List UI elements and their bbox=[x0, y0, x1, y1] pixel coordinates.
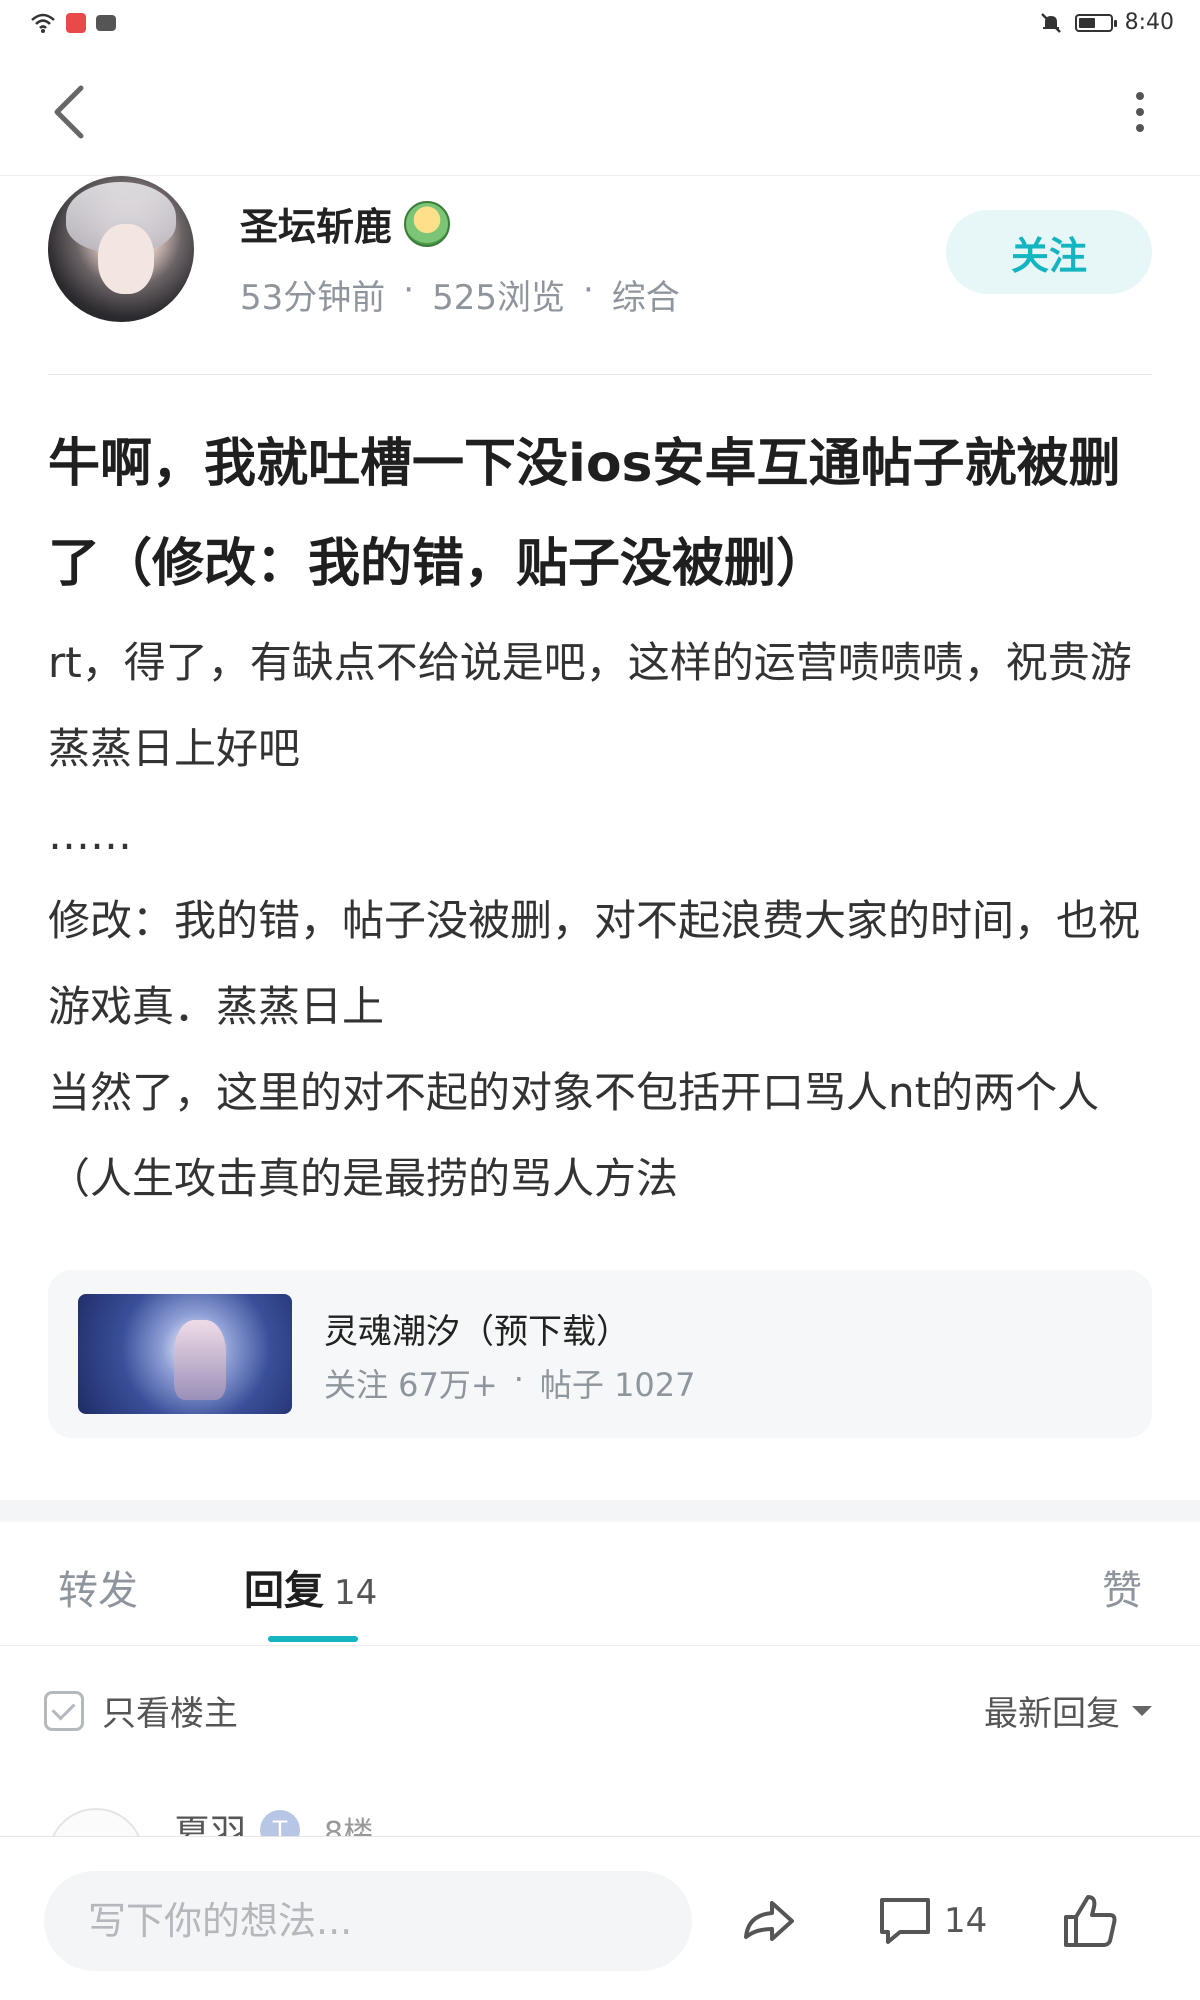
reply-header: 夏羽 T 8楼 bbox=[174, 1804, 373, 1836]
game-name: 灵魂潮汐（预下载） bbox=[324, 1312, 630, 1352]
status-right: 8:40 bbox=[1039, 10, 1174, 35]
author-name[interactable]: 圣坛斩鹿 bbox=[240, 196, 392, 251]
sort-label: 最新回复 bbox=[984, 1694, 1120, 1734]
game-followers: 关注 67万+ bbox=[324, 1366, 498, 1404]
reply-item[interactable]: 夏羽 T 8楼 bbox=[0, 1766, 1200, 1836]
op-only-label: 只看楼主 bbox=[102, 1694, 238, 1734]
author-name-row[interactable]: 圣坛斩鹿 bbox=[240, 196, 451, 251]
op-only-toggle[interactable]: 只看楼主 bbox=[44, 1686, 238, 1735]
status-left-icons bbox=[30, 12, 116, 34]
caret-down-icon bbox=[1132, 1705, 1152, 1716]
reply-button[interactable]: 14 bbox=[876, 1883, 987, 1959]
game-stats: 关注 67万+ · 帖子 1027 bbox=[324, 1360, 696, 1406]
app-red-icon bbox=[66, 13, 86, 33]
meta-separator: · bbox=[403, 270, 415, 310]
tab-like[interactable]: 赞 bbox=[1102, 1558, 1142, 1616]
active-tab-indicator bbox=[268, 1636, 358, 1642]
level-badge-icon: T bbox=[260, 1810, 301, 1836]
reply-count: 14 bbox=[944, 1901, 988, 1941]
game-thumbnail bbox=[78, 1294, 292, 1414]
tab-reply[interactable]: 回复 14 bbox=[244, 1558, 377, 1616]
comment-icon bbox=[880, 1898, 930, 1944]
status-bar: 8:40 bbox=[0, 0, 1200, 50]
stats-separator: · bbox=[513, 1360, 524, 1398]
status-time: 8:40 bbox=[1124, 10, 1174, 35]
author-avatar[interactable] bbox=[48, 176, 194, 322]
share-icon bbox=[744, 1901, 794, 1941]
reply-author-name[interactable]: 夏羽 bbox=[174, 1804, 246, 1836]
section-gap bbox=[0, 1500, 1200, 1522]
hms-icon bbox=[96, 15, 116, 31]
tab-reply-label: 回复 bbox=[244, 1568, 324, 1614]
more-options-button[interactable] bbox=[1120, 80, 1160, 144]
post-views: 525浏览 bbox=[432, 278, 565, 318]
tab-bar: 转发 回复 14 赞 bbox=[0, 1522, 1200, 1646]
author-row: 圣坛斩鹿 53分钟前 · 525浏览 · 综合 关注 bbox=[0, 176, 1200, 376]
reply-avatar[interactable] bbox=[48, 1808, 144, 1836]
nav-bar bbox=[0, 50, 1200, 176]
comment-input[interactable] bbox=[44, 1871, 692, 1971]
back-button[interactable] bbox=[40, 80, 96, 144]
tab-forward[interactable]: 转发 bbox=[58, 1558, 138, 1616]
game-card[interactable]: 灵魂潮汐（预下载） 关注 67万+ · 帖子 1027 bbox=[48, 1270, 1152, 1438]
thumbs-up-icon bbox=[1064, 1895, 1117, 1947]
checkbox-icon[interactable] bbox=[44, 1690, 84, 1731]
sort-dropdown[interactable]: 最新回复 bbox=[984, 1686, 1152, 1735]
follow-button[interactable]: 关注 bbox=[946, 210, 1152, 294]
post-title: 牛啊，我就吐槽一下没ios安卓互通帖子就被删了（修改：我的错，贴子没被删） bbox=[48, 434, 1121, 594]
bottom-action-bar: 14 bbox=[0, 1836, 1200, 2000]
post-meta: 53分钟前 · 525浏览 · 综合 bbox=[240, 270, 680, 319]
game-posts: 帖子 1027 bbox=[539, 1366, 696, 1404]
author-badge-icon bbox=[404, 200, 451, 247]
post-category[interactable]: 综合 bbox=[612, 270, 680, 319]
chevron-left-icon bbox=[54, 85, 84, 139]
post-body: rt，得了，有缺点不给说是吧，这样的运营啧啧啧，祝贵游蒸蒸日上好吧 …… 修改：… bbox=[48, 620, 1158, 1222]
mute-bell-icon bbox=[1040, 12, 1061, 33]
post-paragraph: rt，得了，有缺点不给说是吧，这样的运营啧啧啧，祝贵游蒸蒸日上好吧 bbox=[48, 638, 1132, 773]
share-button[interactable] bbox=[738, 1883, 798, 1959]
post-paragraph: 修改：我的错，帖子没被删，对不起浪费大家的时间，也祝游戏真．蒸蒸日上 bbox=[48, 896, 1141, 1031]
reply-floor: 8楼 bbox=[324, 1816, 374, 1836]
filter-row: 只看楼主 最新回复 bbox=[0, 1646, 1200, 1766]
post-paragraph: 当然了，这里的对不起的对象不包括开口骂人nt的两个人（人生攻击真的是最捞的骂人方… bbox=[48, 1068, 1100, 1203]
post-paragraph: …… bbox=[48, 810, 132, 859]
tab-reply-count: 14 bbox=[334, 1573, 378, 1613]
wifi-icon bbox=[31, 13, 55, 33]
like-button[interactable] bbox=[1060, 1883, 1120, 1959]
battery-icon bbox=[1074, 13, 1117, 32]
post-time: 53分钟前 bbox=[240, 278, 386, 318]
meta-separator: · bbox=[582, 270, 594, 310]
divider bbox=[48, 374, 1152, 375]
more-vertical-icon bbox=[1136, 92, 1144, 100]
